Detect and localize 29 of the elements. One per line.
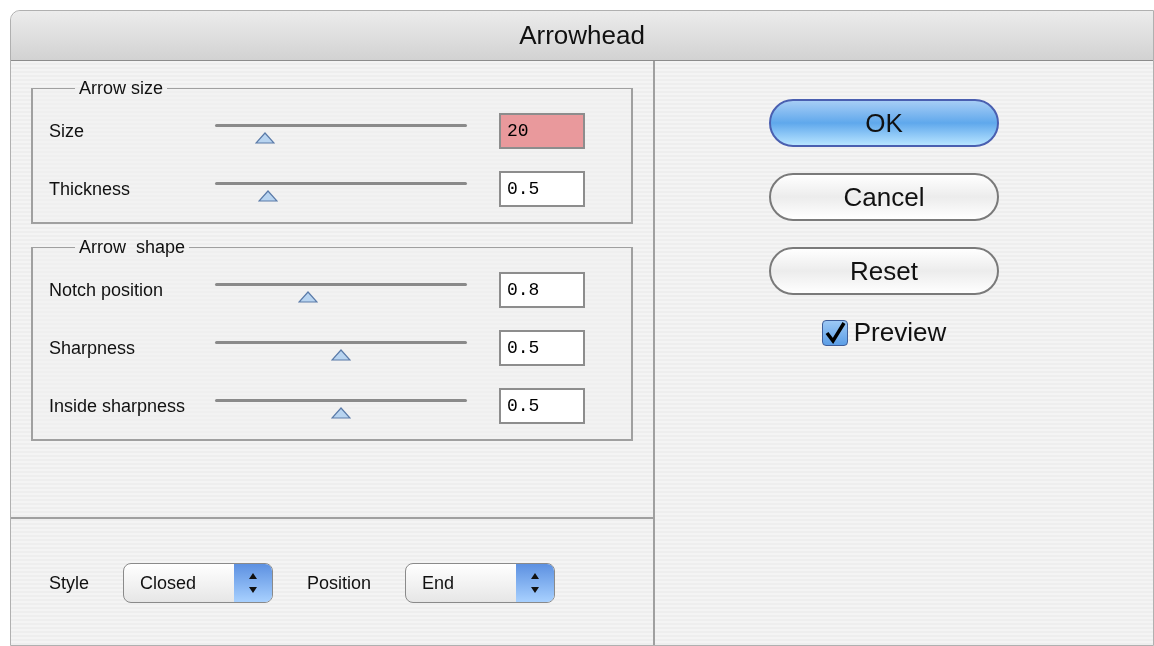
slider-label: Thickness: [49, 178, 132, 200]
preview-checkbox[interactable]: Preview: [821, 313, 947, 352]
slider-label: Size: [49, 120, 85, 142]
number-field[interactable]: 0.5: [499, 388, 585, 424]
slider-label: Sharpness: [49, 337, 137, 359]
window-title: Arrowhead: [519, 19, 645, 52]
slider-thumb[interactable]: [255, 132, 276, 144]
checkbox[interactable]: [821, 319, 848, 346]
number-field[interactable]: 0.5: [499, 330, 585, 366]
slider-thumb[interactable]: [331, 349, 351, 361]
slider-label: Inside sharpness: [49, 395, 187, 417]
stepper-arrows-icon: [234, 564, 273, 602]
slider-thumb[interactable]: [257, 190, 278, 202]
dialog-button[interactable]: Cancel: [769, 173, 999, 221]
popup-label: Position: [307, 571, 372, 595]
group-title: Arrow size: [78, 77, 164, 100]
popup-label: Style: [49, 571, 90, 595]
slider-thumb[interactable]: [298, 291, 319, 303]
number-field[interactable]: 0.5: [499, 171, 585, 207]
dialog-button[interactable]: OK: [769, 99, 999, 147]
slider-thumb[interactable]: [331, 407, 351, 419]
dialog-button[interactable]: Reset: [769, 247, 999, 295]
popup-menu[interactable]: Closed: [123, 563, 274, 603]
popup-menu[interactable]: End: [405, 563, 556, 603]
group-title: Arrow shape: [78, 236, 187, 259]
number-field[interactable]: 0.8: [499, 272, 585, 308]
stepper-arrows-icon: [516, 564, 555, 602]
slider-label: Notch position: [49, 279, 165, 301]
number-field[interactable]: 20: [499, 113, 585, 149]
